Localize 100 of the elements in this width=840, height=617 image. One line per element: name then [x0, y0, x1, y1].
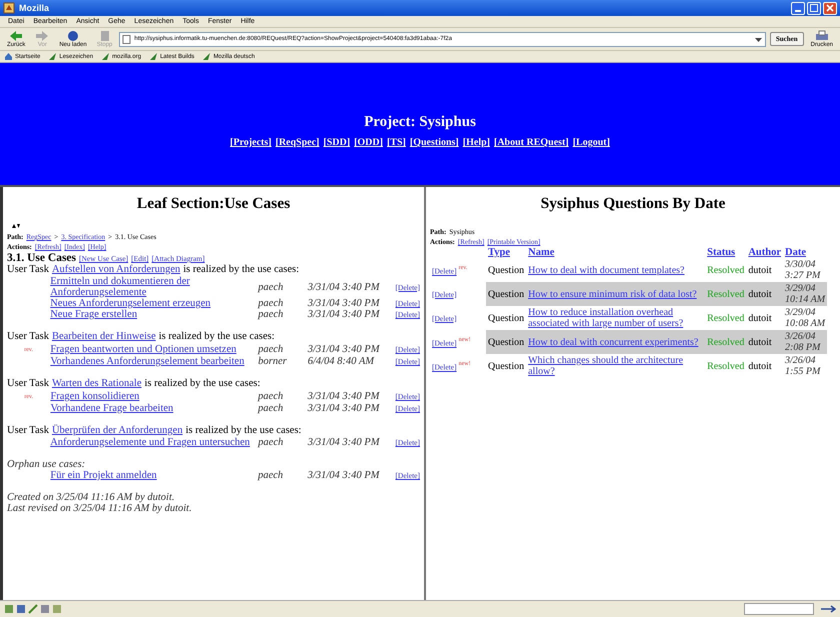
toolbar-icon [9, 30, 24, 42]
time-text: 1:55 PM [785, 366, 820, 377]
orphan-label: Orphan use cases: [7, 459, 86, 470]
date-text: 3/31/04 3:40 PM [308, 309, 380, 320]
header-link[interactable]: [Logout] [572, 137, 610, 148]
toolbar-icon [35, 30, 50, 42]
author-text: paech [258, 470, 284, 481]
type-text: Question [488, 336, 524, 348]
maximize-icon [810, 4, 818, 12]
use-case-link[interactable]: Anforderungselemente und Fragen untersuchen [50, 437, 258, 448]
status-text: Resolved [707, 288, 744, 300]
question-link[interactable]: How to reduce installation overhead associated with large number of users? [528, 307, 704, 329]
status-text: Resolved [707, 264, 744, 276]
use-case-link[interactable]: Für ein Projekt anmelden [50, 470, 258, 481]
use-case-link[interactable]: Vorhandenes Anforderungselement bearbeiten [50, 356, 258, 367]
column-header[interactable]: Name [528, 247, 554, 258]
time-text: 10:08 AM [785, 318, 826, 329]
type-text: Question [488, 312, 524, 324]
header-link[interactable]: [Help] [462, 137, 490, 148]
use-case-link[interactable]: Neue Frage erstellen [50, 309, 258, 320]
date-text: 3/31/04 3:40 PM [308, 470, 380, 481]
task-label: User Task [7, 331, 49, 343]
revised-text: Last revised on 3/25/04 11:16 AM by dutoit. [7, 503, 193, 514]
question-link[interactable]: Which changes should the architecture allow? [528, 355, 704, 377]
author-text: paech [258, 309, 284, 320]
section-heading: Sysiphus Questions By Date [540, 195, 726, 213]
connection-icon [820, 604, 836, 614]
author-text: dutoit [748, 336, 772, 348]
header-link[interactable]: [ODD] [354, 137, 383, 148]
column-header[interactable]: Author [748, 247, 781, 258]
task-suffix: is realized by the use cases: [186, 425, 302, 437]
minimize-button[interactable] [791, 2, 805, 14]
project-title: Project: Sysiphus [364, 114, 476, 131]
author-text: dutoit [748, 288, 772, 300]
date-text: 3/31/04 3:40 PM [308, 282, 380, 292]
header-link[interactable]: [Questions] [410, 137, 459, 148]
date-text: 3/31/04 3:40 PM [308, 403, 380, 414]
section-heading: Leaf Section:Use Cases [136, 195, 292, 213]
status-text: Resolved [707, 360, 744, 372]
use-case-link[interactable]: Neues Anforderungselement erzeugen [50, 298, 258, 309]
header-link[interactable]: [TS] [386, 137, 406, 148]
bookmark-icon [149, 52, 158, 61]
task-label: User Task [7, 378, 49, 390]
section-title: 3.1. Use Cases [7, 252, 76, 264]
bookmark-icon [202, 52, 212, 61]
printer-icon [814, 30, 829, 42]
date-text: 3/31/04 3:40 PM [308, 298, 380, 309]
author-text: paech [258, 298, 284, 309]
user-task-link[interactable]: Bearbeiten der Hinweise [52, 331, 156, 343]
header-link[interactable]: [About REQuest] [494, 137, 569, 148]
close-button[interactable] [823, 2, 837, 14]
date-text: 3/26/04 [785, 331, 816, 342]
use-case-link[interactable]: Fragen beantworten und Optionen umsetzen [50, 344, 258, 355]
page-icon [122, 34, 132, 44]
maximize-button[interactable] [807, 2, 821, 14]
date-text: 6/4/04 8:40 AM [308, 356, 374, 367]
use-case-link[interactable]: Vorhandene Frage bearbeiten [50, 403, 258, 414]
author-text: paech [258, 403, 284, 414]
time-text: 2:08 PM [785, 342, 820, 353]
time-text: 3:27 PM [785, 270, 820, 281]
use-case-link[interactable]: Ermitteln und dokumentieren der Anforderungselemente [50, 276, 258, 298]
column-header[interactable]: Type [488, 247, 510, 258]
toolbar-icon [66, 30, 80, 42]
home-icon [4, 52, 13, 61]
header-link[interactable]: [SDD] [323, 137, 350, 148]
revision-marker: rev. [458, 265, 468, 272]
revision-marker: new! [458, 337, 471, 344]
author-text: dutoit [748, 360, 772, 372]
date-text: 3/29/04 [785, 283, 816, 294]
revision-marker: new! [458, 361, 471, 368]
created-text: Created on 3/25/04 11:16 AM by dutoit. [7, 492, 176, 503]
window-title: Mozilla [19, 3, 50, 13]
date-text: 3/31/04 3:40 PM [308, 437, 380, 448]
task-suffix: is realized by the use cases: [144, 378, 260, 390]
column-header[interactable]: Status [707, 247, 736, 258]
date-text: 3/26/04 [785, 355, 816, 366]
author-text: paech [258, 391, 284, 402]
status-text: Resolved [707, 312, 744, 324]
bookmark-icon [48, 52, 58, 61]
header-link[interactable]: [Projects] [230, 137, 272, 148]
user-task-link[interactable]: Überprüfen der Anforderungen [52, 425, 183, 437]
author-text: paech [258, 282, 284, 292]
status-text: Resolved [707, 336, 744, 348]
user-task-link[interactable]: Aufstellen von Anforderungen [52, 264, 180, 276]
author-text: dutoit [748, 264, 772, 276]
user-task-link[interactable]: Warten des Rationale [52, 378, 142, 390]
arrows-icon[interactable] [11, 223, 21, 229]
date-text: 3/31/04 3:40 PM [308, 391, 380, 402]
app-icon [3, 2, 15, 14]
type-text: Question [488, 360, 524, 372]
task-suffix: is realized by the use cases: [158, 331, 274, 343]
date-text: 3/31/04 3:40 PM [308, 344, 380, 355]
author-text: paech [258, 437, 284, 448]
column-header[interactable]: Date [785, 247, 806, 258]
use-case-link[interactable]: Fragen konsolidieren [50, 391, 258, 402]
status-icons [4, 604, 64, 614]
question-link[interactable]: How to deal with document templates? [528, 264, 704, 276]
time-text: 10:14 AM [785, 294, 826, 305]
header-link[interactable]: [ReqSpec] [276, 137, 320, 148]
task-label: User Task [7, 264, 49, 276]
